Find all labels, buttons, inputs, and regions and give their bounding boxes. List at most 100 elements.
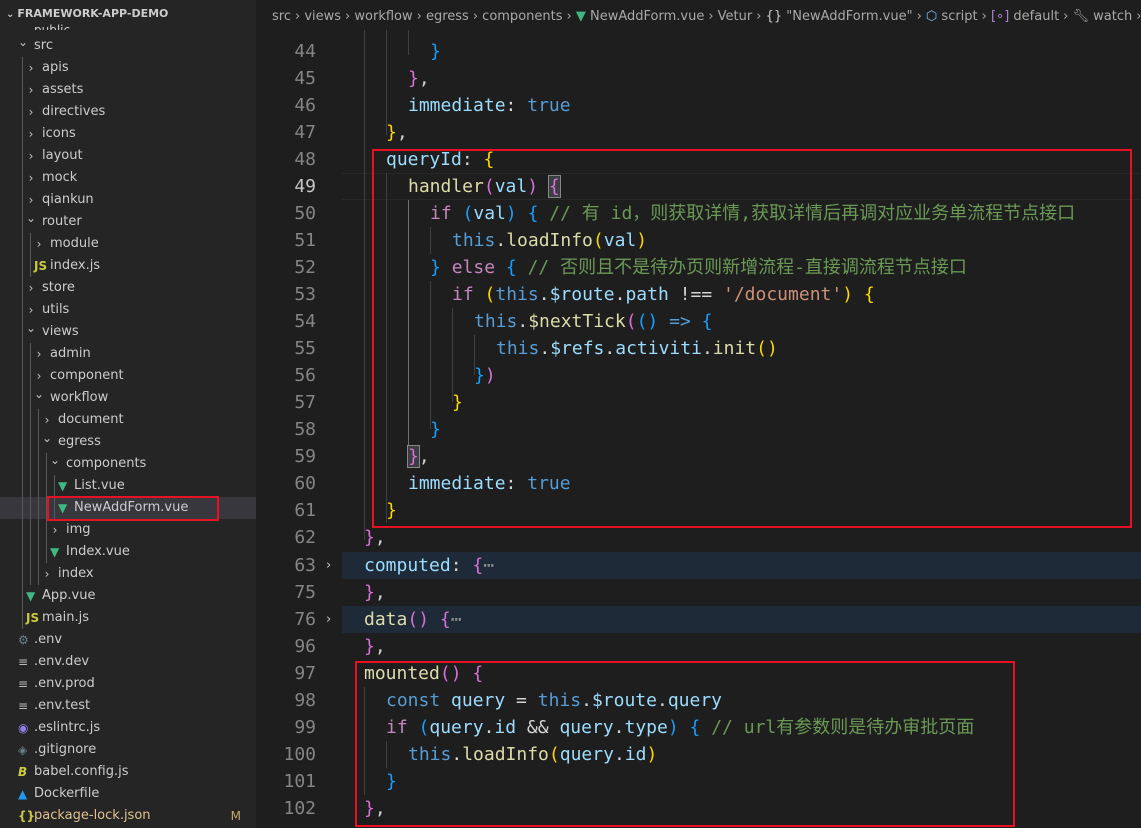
tree-file-index-vue[interactable]: ▼ Index.vue xyxy=(0,541,256,563)
tree-folder-img[interactable]: › img xyxy=(0,519,256,541)
chevron-down-icon: ⌄ xyxy=(49,453,61,467)
explorer-title[interactable]: ⌄ FRAMEWORK-APP-DEMO xyxy=(6,7,168,20)
tree-indent-guide xyxy=(46,475,47,497)
tree-file-babel-config-js[interactable]: Bbabel.config.js xyxy=(0,761,256,783)
tree-indent-guide xyxy=(22,189,23,211)
tree-folder-workflow[interactable]: ⌄ workflow xyxy=(0,387,256,409)
tree-file-package-lock-json[interactable]: {} package-lock.json M xyxy=(0,805,256,827)
chevron-right-icon: › xyxy=(981,9,987,24)
breadcrumb-file[interactable]: NewAddForm.vue xyxy=(590,9,704,24)
breadcrumb-egress[interactable]: egress xyxy=(426,9,469,24)
breadcrumb-script[interactable]: script xyxy=(941,9,977,24)
line-number: 56 xyxy=(294,365,316,386)
tree-folder-store[interactable]: › store xyxy=(0,277,256,299)
tree-item-label: package-lock.json xyxy=(34,808,151,823)
tree-file-dockerfile[interactable]: ▲ Dockerfile xyxy=(0,783,256,805)
tree-file-app-vue[interactable]: ▼ App.vue xyxy=(0,585,256,607)
tree-indent-guide xyxy=(30,519,31,541)
tree-folder-admin[interactable]: › admin xyxy=(0,343,256,365)
tree-folder-document[interactable]: › document xyxy=(0,409,256,431)
highlight-box-watch xyxy=(372,149,1132,528)
chevron-right-icon[interactable]: › xyxy=(326,552,331,579)
tree-folder-layout[interactable]: › layout xyxy=(0,145,256,167)
explorer-header[interactable]: ⌄ FRAMEWORK-APP-DEMO public xyxy=(0,0,256,30)
tree-indent-guide xyxy=(38,563,39,585)
tree-folder-router[interactable]: ⌄ router xyxy=(0,211,256,233)
tree-folder-apis[interactable]: › apis xyxy=(0,57,256,79)
tree-folder-index[interactable]: › index xyxy=(0,563,256,585)
code-line-75: }, xyxy=(364,582,386,603)
tree-item-label: document xyxy=(58,412,124,427)
chevron-right-icon: › xyxy=(345,9,351,24)
chevron-right-icon[interactable]: › xyxy=(326,606,331,633)
js-file-icon: JS xyxy=(34,259,48,273)
tree-item-label: components xyxy=(66,456,147,471)
tree-file-main-js[interactable]: JS main.js xyxy=(0,607,256,629)
tree-item-label: module xyxy=(50,236,99,251)
tree-file-gitignore[interactable]: ◈ .gitignore xyxy=(0,739,256,761)
chevron-right-icon: › xyxy=(472,9,479,24)
tree-file-index-js[interactable]: JS index.js xyxy=(0,255,256,277)
tree-folder-src[interactable]: ⌄ src xyxy=(0,35,256,57)
breadcrumb-components[interactable]: components xyxy=(482,9,562,24)
symbol-icon: [∘] xyxy=(991,9,1010,24)
tree-file-env[interactable]: ⚙ .env xyxy=(0,629,256,651)
tree-file-env-dev[interactable]: ≡ .env.dev xyxy=(0,651,256,673)
tree-folder-mock[interactable]: › mock xyxy=(0,167,256,189)
breadcrumb-workflow[interactable]: workflow xyxy=(354,9,412,24)
tree-folder-components[interactable]: ⌄ components xyxy=(0,453,256,475)
tree-folder-qiankun[interactable]: › qiankun xyxy=(0,189,256,211)
breadcrumb-default[interactable]: default xyxy=(1013,9,1059,24)
breadcrumb-views[interactable]: views xyxy=(304,9,341,24)
partial-tree-item[interactable]: public xyxy=(34,23,70,30)
line-number: 46 xyxy=(294,95,316,116)
tree-item-label: Index.vue xyxy=(66,544,130,559)
tree-indent-guide xyxy=(22,277,23,299)
breadcrumb-module[interactable]: "NewAddForm.vue" xyxy=(786,9,912,24)
tree-indent-guide xyxy=(22,431,23,453)
tree-folder-icons[interactable]: › icons xyxy=(0,123,256,145)
breadcrumb-src[interactable]: src xyxy=(272,9,291,24)
chevron-right-icon: › xyxy=(916,9,922,24)
line-number: 97 xyxy=(294,663,316,684)
tree-folder-views[interactable]: ⌄ views xyxy=(0,321,256,343)
tree-indent-guide xyxy=(38,519,39,541)
line-number: 102 xyxy=(283,798,316,819)
tree-file-env-test[interactable]: ≡ .env.test xyxy=(0,695,256,717)
tree-item-label: .gitignore xyxy=(34,742,97,757)
vue-file-icon: ▼ xyxy=(50,545,60,559)
tree-folder-egress[interactable]: ⌄ egress xyxy=(0,431,256,453)
tree-indent-guide xyxy=(30,409,31,431)
tree-file-list-vue[interactable]: ▼ List.vue xyxy=(0,475,256,497)
chevron-right-icon: › xyxy=(52,523,58,537)
line-number: 60 xyxy=(294,473,316,494)
line-number: 57 xyxy=(294,392,316,413)
chevron-down-icon: ⌄ xyxy=(25,211,37,225)
tree-folder-module[interactable]: › module xyxy=(0,233,256,255)
chevron-right-icon: › xyxy=(416,9,422,24)
tree-item-label: src xyxy=(34,38,53,53)
tree-folder-assets[interactable]: › assets xyxy=(0,79,256,101)
tree-indent-guide xyxy=(30,233,31,255)
tree-indent-guide xyxy=(22,409,23,431)
chevron-right-icon: › xyxy=(36,347,42,361)
cube-icon: ⬡ xyxy=(925,9,938,24)
tree-indent-guide xyxy=(46,519,47,541)
tree-indent-guide xyxy=(22,497,23,519)
tree-file-eslintrc-js[interactable]: ◉ .eslintrc.js xyxy=(0,717,256,739)
tree-folder-utils[interactable]: › utils xyxy=(0,299,256,321)
tree-item-label: icons xyxy=(42,126,76,141)
tree-indent-guide xyxy=(22,475,23,497)
braces-icon: {} xyxy=(765,9,783,24)
tree-item-label: layout xyxy=(42,148,83,163)
git-icon: ◈ xyxy=(18,743,28,757)
code-editor[interactable]: src › views › workflow › egress › components… xyxy=(256,0,1141,828)
indent-guide xyxy=(364,25,365,540)
breadcrumb-watch[interactable]: watch xyxy=(1093,9,1132,24)
tree-indent-guide xyxy=(22,233,23,255)
tree-file-env-prod[interactable]: ≡ .env.prod xyxy=(0,673,256,695)
gear-icon: ⚙ xyxy=(18,633,29,647)
tree-folder-directives[interactable]: › directives xyxy=(0,101,256,123)
tree-item-label: directives xyxy=(42,104,106,119)
breadcrumb-vetur[interactable]: Vetur xyxy=(718,9,753,24)
